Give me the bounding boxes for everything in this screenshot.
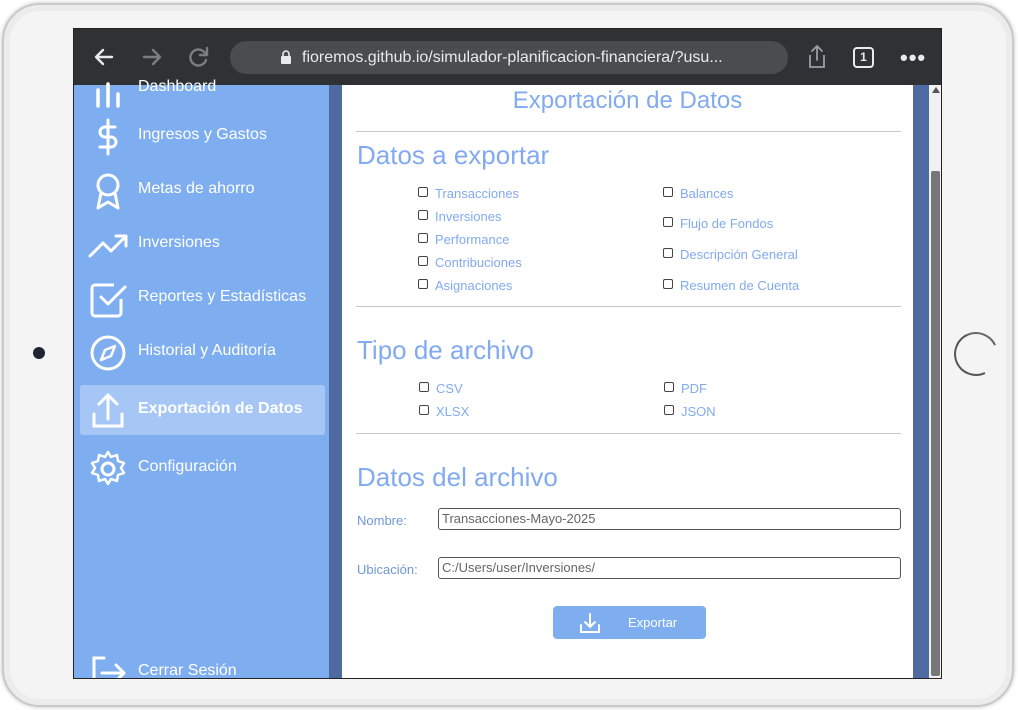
checkbox-box[interactable] <box>664 382 674 392</box>
trending-up-icon <box>88 234 128 258</box>
checkbox-box[interactable] <box>418 279 428 289</box>
section-title-tipo-archivo: Tipo de archivo <box>357 335 534 365</box>
sidebar-item-metas[interactable]: Metas de ahorro <box>80 165 325 215</box>
name-label: Nombre: <box>357 513 407 528</box>
location-label: Ubicación: <box>357 562 418 577</box>
download-icon <box>580 613 600 633</box>
url-text: fioremos.github.io/simulador-planificaci… <box>302 49 723 66</box>
logout-icon <box>92 656 126 678</box>
sidebar-item-dashboard[interactable]: Dashboard <box>80 63 325 113</box>
checkbox-box[interactable] <box>663 187 673 197</box>
sidebar-item-label: Exportación de Datos <box>138 400 303 417</box>
sidebar-item-label: Configuración <box>138 458 237 475</box>
checkbox-box[interactable] <box>418 187 428 197</box>
more-options-icon[interactable]: ••• <box>900 45 926 71</box>
sidebar-divider <box>329 85 342 678</box>
scrollbar[interactable] <box>929 85 941 678</box>
sidebar-item-label: Reportes y Estadísticas <box>138 288 307 305</box>
checkbox-box[interactable] <box>419 382 429 392</box>
logout-label: Cerrar Sesión <box>138 662 237 679</box>
main-panel: Exportación de Datos Datos a exportar Tr… <box>342 85 913 678</box>
divider <box>356 306 901 307</box>
sidebar-item-configuracion[interactable]: Configuración <box>80 443 325 493</box>
sidebar-item-historial[interactable]: Historial y Auditoría <box>80 327 325 377</box>
check-square-icon <box>90 283 127 318</box>
divider <box>356 131 901 132</box>
scroll-thumb[interactable] <box>931 171 940 676</box>
sidebar-item-exportacion[interactable]: Exportación de Datos <box>80 385 325 435</box>
divider <box>356 433 901 434</box>
file-location-input[interactable]: C:/Users/user/Inversiones/ <box>438 557 901 579</box>
sidebar-item-inversiones[interactable]: Inversiones <box>80 219 325 269</box>
sidebar-item-label: Inversiones <box>138 234 220 251</box>
camera-icon <box>33 347 45 359</box>
export-button[interactable]: Exportar <box>553 606 706 639</box>
checkbox-box[interactable] <box>418 233 428 243</box>
checkbox-box[interactable] <box>419 405 429 415</box>
sidebar-item-label: Dashboard <box>138 78 217 95</box>
logout-button[interactable]: Cerrar Sesión <box>80 647 325 679</box>
bar-chart-icon <box>96 82 120 108</box>
section-title-datos: Datos a exportar <box>357 140 550 170</box>
checkbox-box[interactable] <box>663 217 673 227</box>
dollar-icon <box>98 118 118 156</box>
screen: fioremos.github.io/simulador-planificaci… <box>73 28 942 679</box>
export-label: Exportar <box>628 615 678 630</box>
compass-icon <box>90 335 126 371</box>
tab-count-button[interactable]: 1 <box>853 47 874 68</box>
upload-icon <box>92 393 124 428</box>
checkbox-box[interactable] <box>663 248 673 258</box>
sidebar-item-label: Historial y Auditoría <box>138 342 276 359</box>
page-title: Exportación de Datos <box>512 87 743 114</box>
checkbox-box[interactable] <box>663 279 673 289</box>
content-border <box>913 85 929 678</box>
share-icon[interactable] <box>806 44 828 70</box>
sidebar-item-reportes[interactable]: Reportes y Estadísticas <box>80 273 325 323</box>
checkbox-box[interactable] <box>418 256 428 266</box>
section-title-datos-archivo: Datos del archivo <box>357 462 558 492</box>
scroll-up-icon[interactable] <box>932 87 940 93</box>
sidebar: Dashboard Ingresos y Gastos Metas de aho… <box>74 78 329 679</box>
gear-icon <box>90 450 126 486</box>
sidebar-item-label: Ingresos y Gastos <box>138 126 267 143</box>
file-name-input[interactable]: Transacciones-Mayo-2025 <box>438 508 901 530</box>
checkbox-box[interactable] <box>664 405 674 415</box>
sidebar-item-ingresos[interactable]: Ingresos y Gastos <box>80 111 325 161</box>
checkbox-box[interactable] <box>418 210 428 220</box>
sidebar-item-label: Metas de ahorro <box>138 180 255 197</box>
award-icon <box>96 173 120 210</box>
